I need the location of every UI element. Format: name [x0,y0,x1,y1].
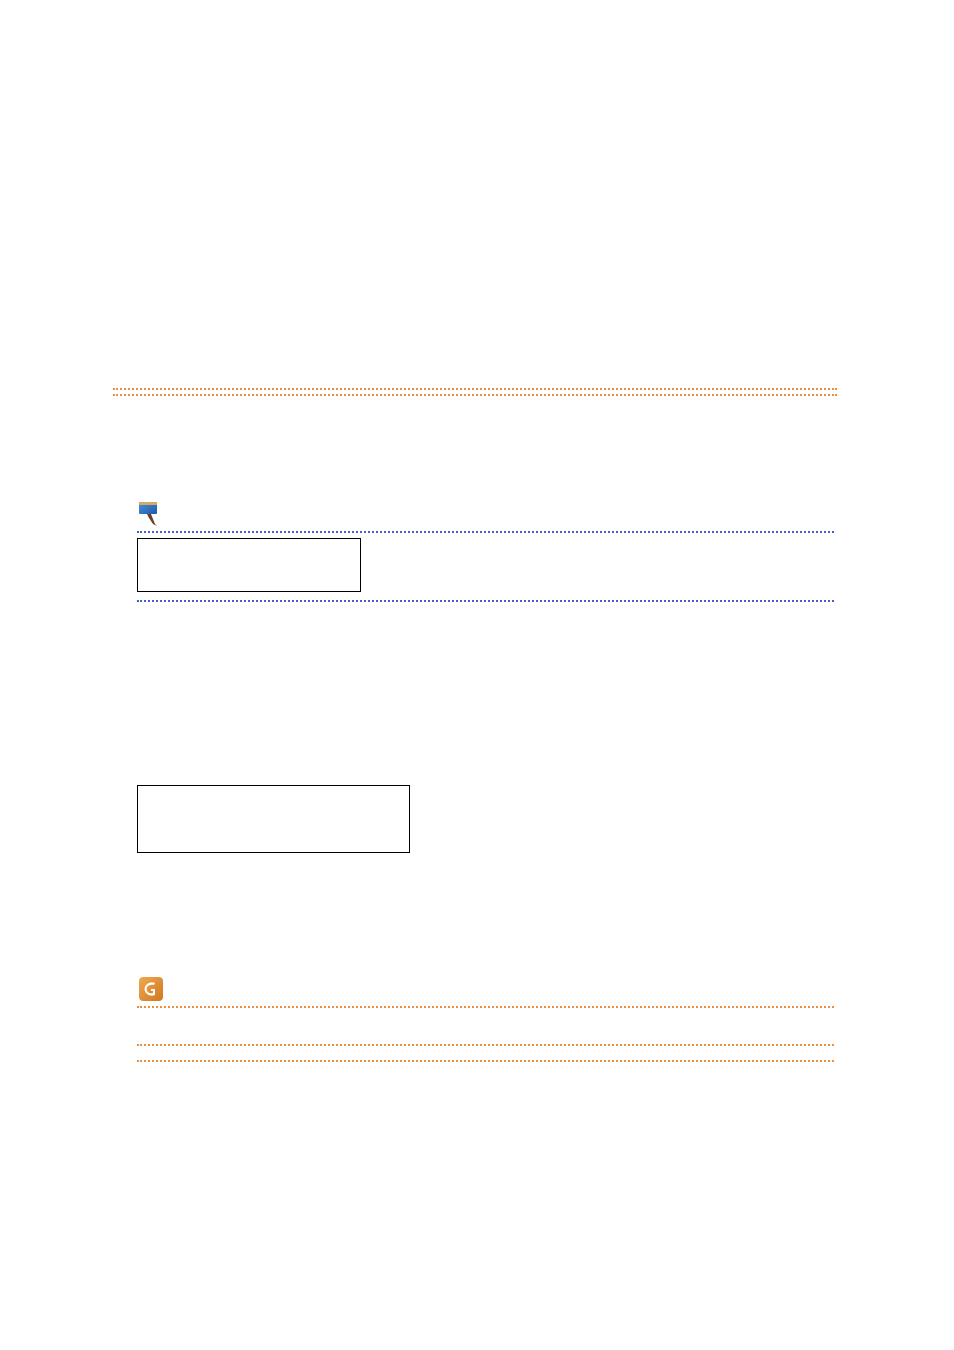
divider-blue-2 [137,600,834,602]
divider-orange-5 [137,1060,834,1062]
divider-orange-2 [113,394,837,396]
divider-orange-4 [137,1044,834,1046]
paint-brush-icon [137,500,165,528]
content-box-1 [137,538,361,592]
divider-blue-1 [137,531,834,533]
content-box-2 [137,785,410,853]
divider-orange-3 [137,1006,834,1008]
g-tool-icon [137,975,165,1003]
divider-orange-1 [113,388,837,390]
